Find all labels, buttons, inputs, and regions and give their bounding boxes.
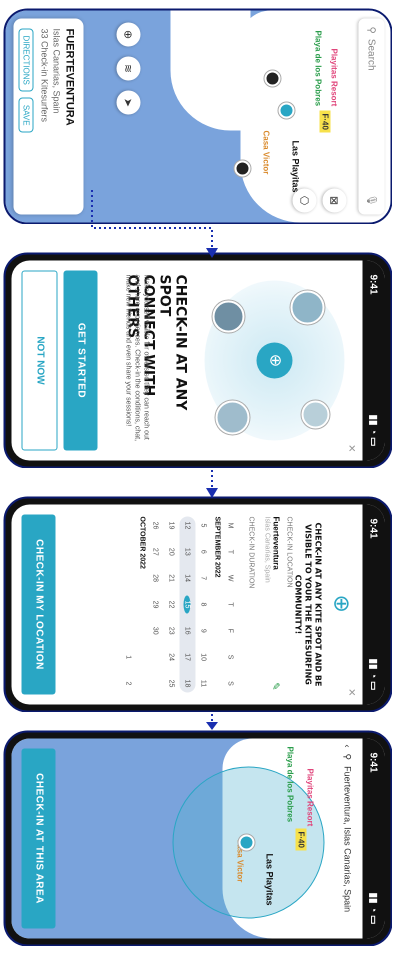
arrow-head-icon — [206, 248, 218, 258]
flow-arrow — [91, 190, 213, 250]
arrow-head-icon — [206, 488, 218, 498]
flow-arrows — [91, 190, 218, 730]
arrow-head-icon — [206, 722, 218, 730]
